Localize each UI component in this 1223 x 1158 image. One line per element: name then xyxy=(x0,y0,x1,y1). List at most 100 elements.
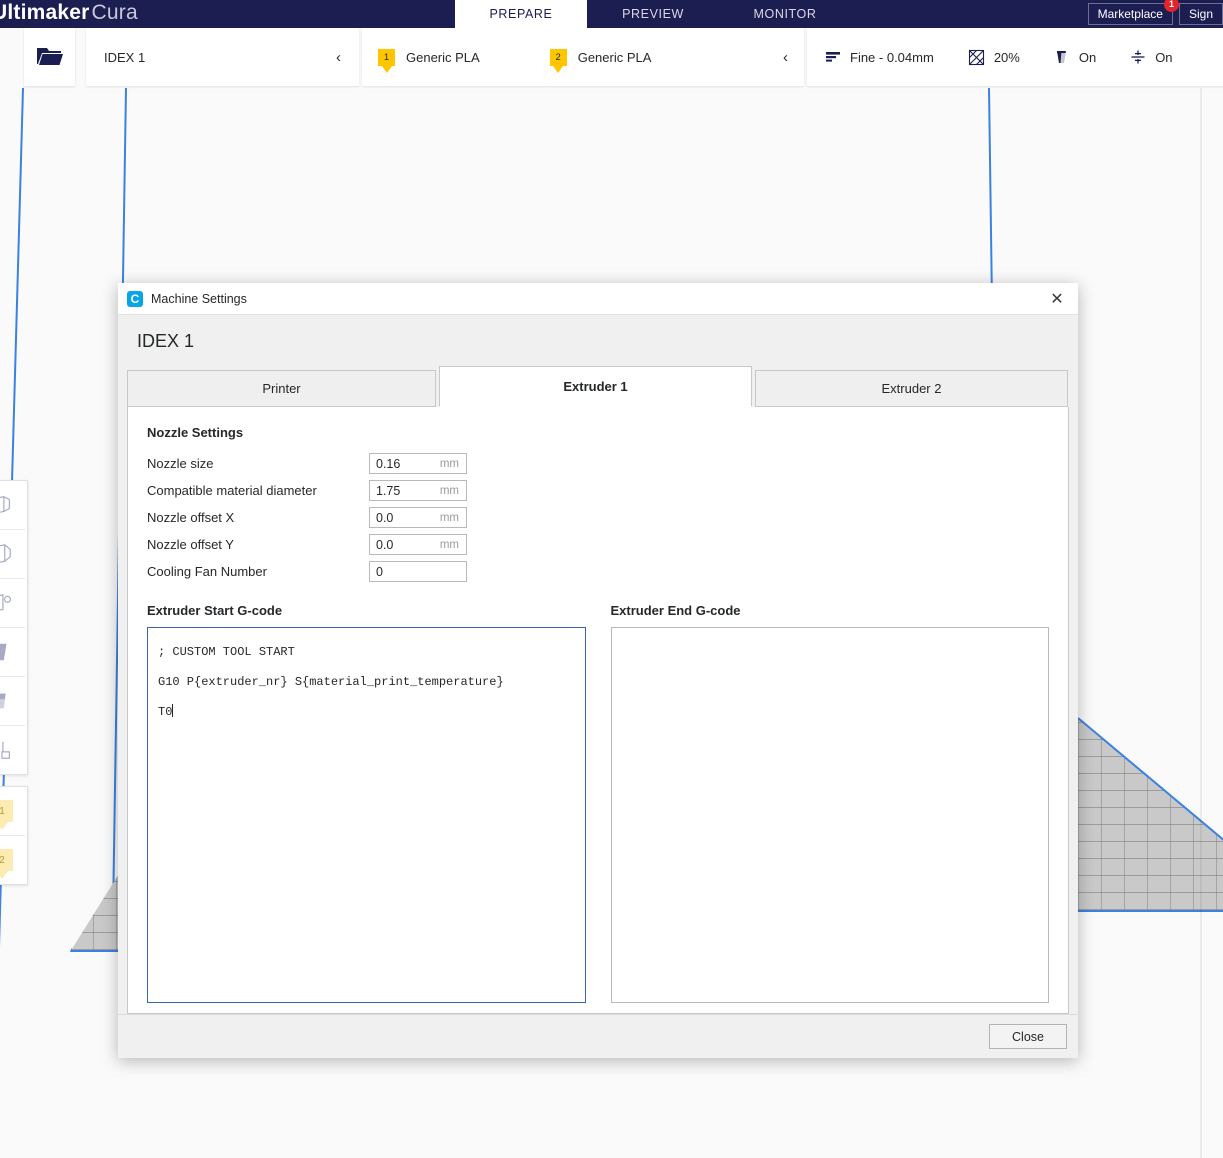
scale-tool-button[interactable] xyxy=(0,530,25,579)
material-chevron-left-icon: ‹ xyxy=(783,48,788,66)
chevron-left-icon: ‹ xyxy=(336,48,341,66)
start-gcode-title: Extruder Start G-code xyxy=(147,603,283,618)
unit-nozzle-offset-y: mm xyxy=(439,538,459,551)
close-button[interactable]: Close xyxy=(989,1024,1067,1049)
adhesion-icon xyxy=(1130,49,1146,65)
end-gcode-textarea[interactable] xyxy=(610,627,1049,1003)
cooling-fan-number-input[interactable] xyxy=(370,562,438,581)
printer-selector[interactable]: IDEX 1 ‹ xyxy=(86,28,359,86)
viewport-right-edge xyxy=(1200,88,1202,1158)
unit-material-diameter: mm xyxy=(439,484,459,497)
field-nozzle-offset-x[interactable]: mm xyxy=(369,507,467,528)
configuration-bar: IDEX 1 ‹ 1 Generic PLA 2 Generic PLA ‹ F… xyxy=(86,28,1223,86)
print-settings-selector[interactable]: Fine - 0.04mm 20% On On xyxy=(807,28,1223,86)
mirror-tool-button[interactable] xyxy=(0,628,25,677)
unit-nozzle-offset-x: mm xyxy=(439,511,459,524)
brand-light-text: Cura xyxy=(91,1,138,24)
rotate-tool-button[interactable] xyxy=(0,579,25,628)
end-gcode-title: Extruder End G-code xyxy=(610,603,741,618)
layer-height-icon xyxy=(825,49,841,65)
start-gcode-text: ; CUSTOM TOOL START G10 P{extruder_nr} S… xyxy=(158,645,504,719)
label-nozzle-size: Nozzle size xyxy=(147,456,214,471)
quality-value: Fine - 0.04mm xyxy=(850,49,934,65)
label-nozzle-offset-y: Nozzle offset Y xyxy=(147,537,234,552)
start-gcode-column: Extruder Start G-code ; CUSTOM TOOL STAR… xyxy=(147,603,586,1003)
per-model-settings-button[interactable] xyxy=(0,677,25,726)
tab-extruder-2[interactable]: Extruder 2 xyxy=(755,370,1068,407)
tab-printer[interactable]: Printer xyxy=(127,370,436,407)
extruder-1-pin-icon: 1 xyxy=(0,800,13,822)
adhesion-value: On xyxy=(1155,49,1173,65)
scale-tool-icon xyxy=(0,543,13,565)
close-icon[interactable]: ✕ xyxy=(1036,283,1078,314)
marketplace-button[interactable]: Marketplace 1 xyxy=(1087,0,1179,25)
cura-logo-icon: C xyxy=(127,290,143,307)
move-tool-icon xyxy=(0,494,13,516)
material-item-1[interactable]: 1 Generic PLA xyxy=(378,48,480,66)
stage-tab-prepare[interactable]: PREPARE xyxy=(455,0,587,28)
brand-bold-text: Ultimaker xyxy=(0,1,90,24)
infill-value: 20% xyxy=(993,49,1020,65)
adhesion-setting[interactable]: On xyxy=(1130,49,1173,65)
open-file-button[interactable] xyxy=(24,28,75,86)
field-nozzle-offset-y[interactable]: mm xyxy=(369,534,467,555)
field-material-diameter[interactable]: mm xyxy=(369,480,467,501)
rotate-tool-icon xyxy=(0,592,13,614)
per-model-settings-icon xyxy=(0,690,13,712)
unit-nozzle-size: mm xyxy=(439,457,459,470)
dialog-titlebar: C Machine Settings ✕ xyxy=(118,283,1078,315)
material-selector[interactable]: 1 Generic PLA 2 Generic PLA ‹ xyxy=(362,28,804,86)
move-tool-button[interactable] xyxy=(0,481,25,530)
material-diameter-input[interactable] xyxy=(370,481,438,500)
quality-setting[interactable]: Fine - 0.04mm xyxy=(825,49,934,65)
extruder-select-toolbar[interactable]: 1 2 xyxy=(0,786,28,885)
cura-application-window: 1 2 UltimakerCura PREPARE PREVIEW MONITO… xyxy=(0,0,1223,1158)
marketplace-label: Marketplace xyxy=(1097,7,1163,21)
dialog-footer: Close xyxy=(118,1014,1078,1058)
text-caret xyxy=(172,704,174,717)
tab-extruder-1[interactable]: Extruder 1 xyxy=(439,366,752,407)
app-brand-logo: UltimakerCura xyxy=(0,0,138,28)
row-material-diameter: Compatible material diameter mm xyxy=(147,477,1049,504)
row-nozzle-offset-y: Nozzle offset Y mm xyxy=(147,531,1049,558)
support-value: On xyxy=(1078,49,1097,65)
extruder-2-badge-icon: 2 xyxy=(549,48,567,66)
stage-tab-monitor[interactable]: MONITOR xyxy=(719,0,851,28)
label-material-diameter: Compatible material diameter xyxy=(147,483,317,498)
nozzle-size-input[interactable] xyxy=(370,454,438,473)
nozzle-offset-x-input[interactable] xyxy=(370,508,438,527)
nozzle-settings-title: Nozzle Settings xyxy=(147,425,244,440)
extruder-1-badge-icon: 1 xyxy=(378,48,395,66)
material-item-2[interactable]: 2 Generic PLA xyxy=(549,48,652,66)
infill-icon xyxy=(968,49,985,66)
dialog-body: IDEX 1 Printer Extruder 1 Extruder 2 Noz… xyxy=(118,315,1078,1014)
field-cooling-fan-number[interactable] xyxy=(369,561,467,582)
support-icon xyxy=(1054,49,1070,65)
material-1-name: Generic PLA xyxy=(406,49,480,65)
start-gcode-textarea[interactable]: ; CUSTOM TOOL START G10 P{extruder_nr} S… xyxy=(147,627,586,1003)
mirror-tool-icon xyxy=(0,641,13,663)
row-nozzle-offset-x: Nozzle offset X mm xyxy=(147,504,1049,531)
label-cooling-fan-number: Cooling Fan Number xyxy=(147,564,267,579)
marketplace-notification-badge: 1 xyxy=(1163,0,1179,12)
stage-menu[interactable]: PREPARE PREVIEW MONITOR xyxy=(455,0,851,28)
support-blocker-button[interactable] xyxy=(0,726,25,774)
support-blocker-icon xyxy=(0,739,13,761)
row-cooling-fan-number: Cooling Fan Number xyxy=(147,558,1049,585)
settings-tabs: Printer Extruder 1 Extruder 2 xyxy=(118,366,1078,407)
dialog-title: Machine Settings xyxy=(151,291,247,306)
field-nozzle-size[interactable]: mm xyxy=(369,453,467,474)
material-2-name: Generic PLA xyxy=(577,49,652,65)
machine-name-heading: IDEX 1 xyxy=(137,331,195,351)
stage-tab-preview[interactable]: PREVIEW xyxy=(587,0,719,28)
sign-in-button[interactable]: Sign xyxy=(1178,3,1223,25)
extruder-1-button[interactable]: 1 xyxy=(0,787,25,836)
application-menu-bar: UltimakerCura PREPARE PREVIEW MONITOR Ma… xyxy=(0,0,1223,28)
extruder-2-button[interactable]: 2 xyxy=(0,836,25,884)
support-setting[interactable]: On xyxy=(1054,49,1096,65)
nozzle-settings-rows: Nozzle size mm Compatible material diame… xyxy=(147,450,1049,585)
nozzle-offset-y-input[interactable] xyxy=(370,535,438,554)
printer-name: IDEX 1 xyxy=(104,49,146,65)
infill-setting[interactable]: 20% xyxy=(968,49,1020,66)
model-tools-toolbar[interactable] xyxy=(0,480,28,775)
